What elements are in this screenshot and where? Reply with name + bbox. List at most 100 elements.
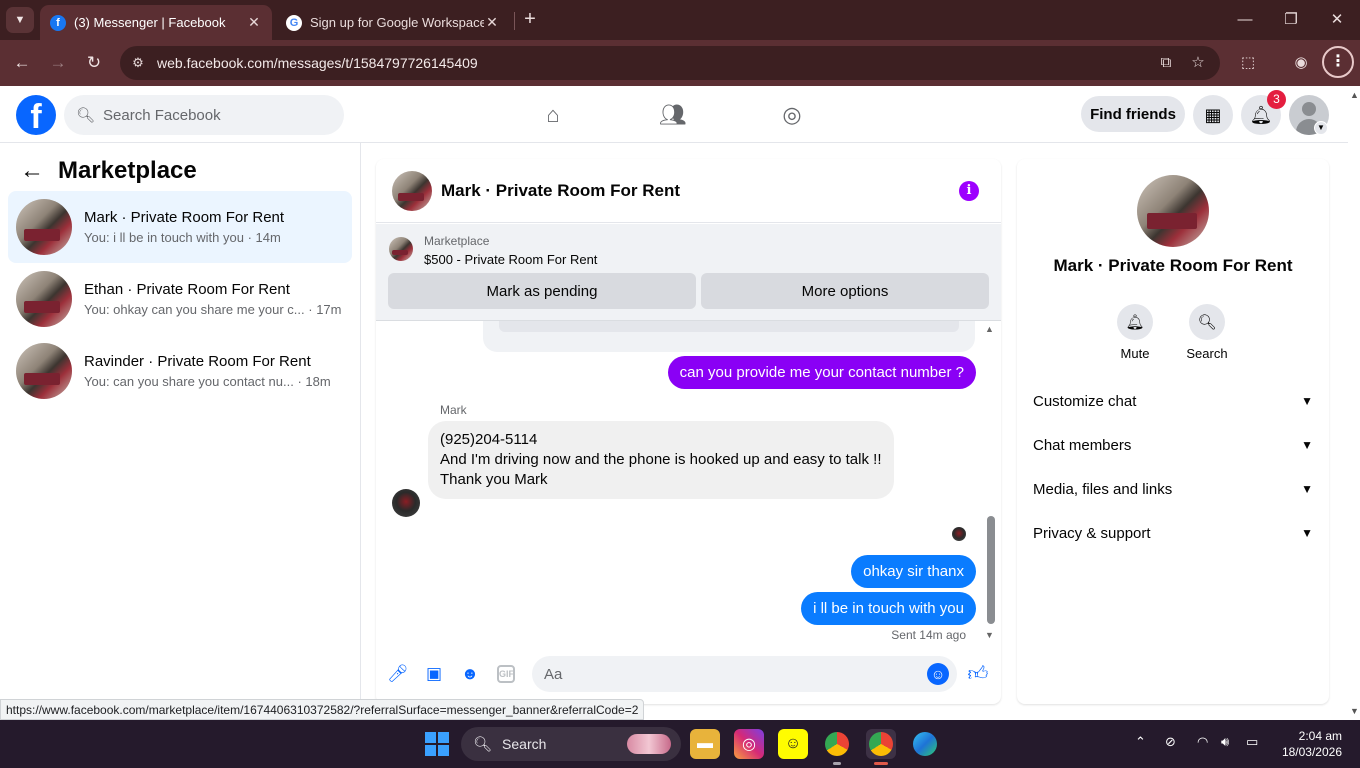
- close-tab-icon[interactable]: ✕: [246, 14, 262, 31]
- restore-icon[interactable]: ❐: [1277, 6, 1305, 34]
- install-app-icon[interactable]: ⧉: [1154, 46, 1178, 80]
- address-bar[interactable]: ⚙ web.facebook.com/messages/t/1584797726…: [120, 46, 1220, 80]
- window-close-icon[interactable]: ✕: [1323, 6, 1351, 34]
- scroll-down-icon[interactable]: ▼: [985, 630, 994, 640]
- outgoing-message[interactable]: can you provide me your contact number ?: [667, 356, 976, 389]
- tab-divider: [514, 12, 515, 30]
- instagram-icon[interactable]: ◎: [734, 729, 764, 759]
- search-icon: 🔍︎: [76, 107, 96, 124]
- back-arrow-icon[interactable]: ←: [8, 49, 36, 77]
- page-scrollbar[interactable]: ▲ ▼: [1348, 86, 1360, 720]
- outgoing-message[interactable]: ohkay sir thanx: [851, 555, 976, 588]
- mute-button[interactable]: 🔔︎ Mute: [1105, 304, 1165, 361]
- photo-icon[interactable]: ▣: [423, 663, 445, 685]
- mark-as-pending-button[interactable]: Mark as pending: [388, 273, 696, 309]
- tab-messenger[interactable]: f (3) Messenger | Facebook ✕: [40, 5, 272, 40]
- section-label: Media, files and links: [1033, 480, 1173, 498]
- sidebar-header: ← Marketplace: [20, 157, 197, 185]
- search-button[interactable]: 🔍︎ Search: [1177, 304, 1237, 361]
- forward-arrow-icon[interactable]: →: [44, 49, 72, 77]
- tab-search-chevron-icon[interactable]: ▼: [6, 7, 34, 33]
- message-scrollbar[interactable]: ▲ ▼: [985, 324, 997, 642]
- profile-icon[interactable]: ◉: [1287, 49, 1315, 77]
- battery-icon[interactable]: ▭: [1246, 734, 1258, 750]
- windows-start-icon[interactable]: [425, 732, 449, 756]
- chat-header: Mark · Private Room For Rent i: [376, 159, 1001, 223]
- google-favicon-icon: G: [286, 14, 302, 31]
- chat-members-section[interactable]: Chat members ▼: [1033, 430, 1317, 460]
- file-explorer-icon[interactable]: ▬: [690, 729, 720, 759]
- volume-icon[interactable]: 🔊︎: [1221, 734, 1229, 750]
- site-info-icon[interactable]: ⚙: [120, 55, 156, 71]
- search-highlight-image: [627, 734, 671, 754]
- sender-avatar[interactable]: [392, 489, 420, 517]
- scrollbar-thumb[interactable]: [987, 516, 995, 624]
- chrome-icon[interactable]: [822, 729, 852, 765]
- active-indicator: [874, 762, 888, 765]
- show-hidden-icons-icon[interactable]: ⌃: [1135, 734, 1146, 750]
- minimize-icon[interactable]: —: [1231, 6, 1259, 34]
- edge-icon[interactable]: [910, 729, 940, 759]
- facebook-search-input[interactable]: [103, 106, 324, 124]
- conversation-item[interactable]: Mark · Private Room For Rent You: i ll b…: [8, 191, 352, 263]
- thumbs-up-icon[interactable]: 👍︎: [966, 662, 990, 686]
- seen-indicator-avatar: [952, 527, 966, 541]
- new-tab-icon[interactable]: +: [518, 8, 542, 32]
- gif-icon[interactable]: GIF: [497, 665, 515, 683]
- message-input[interactable]: [544, 665, 914, 683]
- facebook-search[interactable]: 🔍︎: [64, 95, 344, 135]
- back-arrow-icon[interactable]: ←: [20, 157, 44, 185]
- microphone-icon[interactable]: 🎤︎: [387, 663, 409, 685]
- message-line: (925)204-5114: [440, 431, 538, 448]
- media-files-links-section[interactable]: Media, files and links ▼: [1033, 474, 1317, 504]
- find-friends-button[interactable]: Find friends: [1081, 96, 1185, 132]
- friends-icon[interactable]: 👥︎: [658, 100, 688, 130]
- camera-off-icon[interactable]: ⊘: [1165, 734, 1176, 750]
- chat-pane: Mark · Private Room For Rent i Marketpla…: [376, 159, 1001, 704]
- conversation-item[interactable]: Ethan · Private Room For Rent You: ohkay…: [8, 263, 352, 335]
- info-icon[interactable]: i: [959, 181, 979, 201]
- scroll-down-icon[interactable]: ▼: [1350, 706, 1359, 716]
- section-label: Privacy & support: [1033, 524, 1151, 542]
- listing-title[interactable]: $500 - Private Room For Rent: [424, 252, 597, 267]
- close-tab-icon[interactable]: ✕: [484, 14, 500, 31]
- taskbar-clock[interactable]: 2:04 am 18/03/2026: [1272, 728, 1342, 760]
- incoming-message[interactable]: (925)204-5114 And I'm driving now and th…: [428, 421, 894, 499]
- profile-picture[interactable]: [1137, 175, 1209, 247]
- emoji-icon[interactable]: ☺: [927, 663, 949, 685]
- address-url[interactable]: web.facebook.com/messages/t/158479772614…: [156, 55, 478, 71]
- home-icon[interactable]: ⌂: [538, 100, 568, 130]
- more-options-button[interactable]: More options: [701, 273, 989, 309]
- menu-grid-icon[interactable]: ▦: [1193, 95, 1233, 135]
- extensions-icon[interactable]: ⬚: [1234, 49, 1262, 77]
- sidebar-title: Marketplace: [58, 157, 197, 184]
- outgoing-message[interactable]: i ll be in touch with you: [801, 592, 976, 625]
- tab-google-workspace[interactable]: G Sign up for Google Workspace ✕: [276, 5, 510, 40]
- scroll-up-icon[interactable]: ▲: [1350, 90, 1359, 100]
- scroll-up-icon[interactable]: ▲: [985, 324, 994, 334]
- clock-date: 18/03/2026: [1281, 745, 1342, 759]
- customize-chat-section[interactable]: Customize chat ▼: [1033, 386, 1317, 416]
- chat-title[interactable]: Mark · Private Room For Rent: [441, 181, 680, 201]
- chat-avatar[interactable]: [392, 170, 432, 211]
- bookmark-star-icon[interactable]: ☆: [1186, 46, 1210, 80]
- listing-thumbnail: [16, 271, 72, 327]
- facebook-logo-icon[interactable]: f: [16, 95, 56, 135]
- listing-thumbnail: [16, 343, 72, 399]
- sticker-icon[interactable]: ☻: [459, 663, 481, 685]
- marketplace-sidebar: ← Marketplace Mark · Private Room For Re…: [0, 143, 361, 720]
- browser-menu-icon[interactable]: ⋮: [1322, 46, 1354, 78]
- groups-icon[interactable]: ◎: [777, 100, 807, 130]
- listing-card: Learn More: [483, 321, 975, 352]
- message-input-box[interactable]: ☺: [532, 656, 957, 692]
- taskbar-search[interactable]: 🔍︎ Search: [461, 727, 681, 761]
- section-label: Chat members: [1033, 436, 1132, 454]
- snapchat-icon[interactable]: ☺: [778, 729, 808, 759]
- wifi-icon[interactable]: ◠: [1197, 734, 1208, 750]
- chrome-active-icon[interactable]: [866, 729, 896, 765]
- reload-icon[interactable]: ↻: [80, 49, 108, 77]
- learn-more-button[interactable]: Learn More: [499, 321, 959, 332]
- chevron-down-icon[interactable]: ▼: [1314, 121, 1328, 135]
- privacy-support-section[interactable]: Privacy & support ▼: [1033, 518, 1317, 548]
- conversation-item[interactable]: Ravinder · Private Room For Rent You: ca…: [8, 335, 352, 407]
